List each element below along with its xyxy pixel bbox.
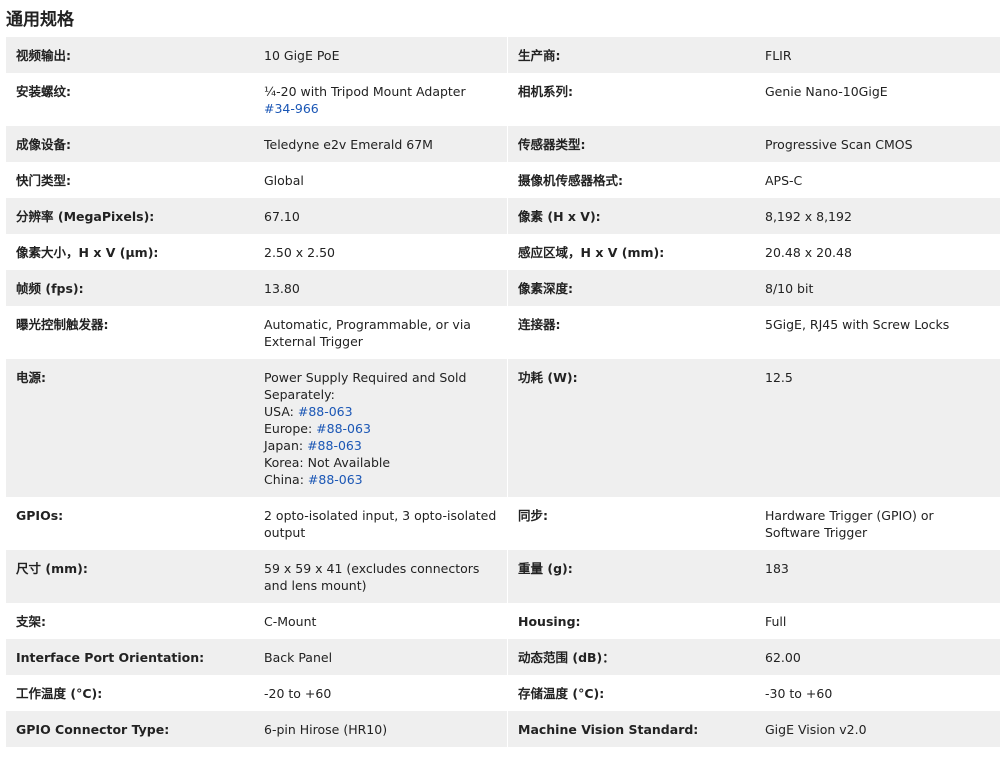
spec-label: Housing: <box>518 614 581 629</box>
spec-label: 像素 (H x V): <box>507 198 755 234</box>
spec-label: 安装螺纹: <box>16 84 71 99</box>
part-number-link[interactable]: #34-966 <box>264 101 319 116</box>
spec-value: 183 <box>755 550 1000 603</box>
spec-label: 帧频 (fps): <box>6 270 254 306</box>
spec-label: GPIOs: <box>16 508 64 523</box>
spec-value: 62.00 <box>755 639 1000 675</box>
table-row: 帧频 (fps): 13.80 像素深度: 8/10 bit <box>6 270 1000 306</box>
spec-label: 连接器: <box>518 317 561 332</box>
table-row: 电源: Power Supply Required and Sold Separ… <box>6 359 1000 497</box>
spec-value: -30 to +60 <box>765 686 833 701</box>
spec-label: 同步: <box>518 508 548 523</box>
spec-label: 存储温度 (°C): <box>518 686 605 701</box>
spec-value-text: ¼-20 with Tripod Mount Adapter <box>264 84 466 99</box>
spec-label: 动态范围 (dB)： <box>507 639 755 675</box>
spec-value: 13.80 <box>254 270 508 306</box>
spec-label: 感应区域，H x V (mm): <box>518 245 665 260</box>
table-row: 快门类型: Global 摄像机传感器格式: APS-C <box>6 162 1000 198</box>
power-supply-korea: Korea: Not Available <box>264 455 391 470</box>
part-number-link[interactable]: #88-063 <box>307 438 362 453</box>
part-number-link[interactable]: #88-063 <box>308 472 363 487</box>
table-row: 曝光控制触发器: Automatic, Programmable, or via… <box>6 306 1000 359</box>
table-row: 安装螺纹: ¼-20 with Tripod Mount Adapter #34… <box>6 73 1000 126</box>
spec-value: FLIR <box>755 37 1000 73</box>
table-row: 尺寸 (mm): 59 x 59 x 41 (excludes connecto… <box>6 550 1000 603</box>
region-label: USA: <box>264 404 298 419</box>
region-label: China: <box>264 472 308 487</box>
spec-value: ¼-20 with Tripod Mount Adapter #34-966 <box>254 73 508 126</box>
spec-value: 8,192 x 8,192 <box>755 198 1000 234</box>
table-row: GPIOs: 2 opto-isolated input, 3 opto-iso… <box>6 497 1000 550</box>
table-row: 分辨率 (MegaPixels): 67.10 像素 (H x V): 8,19… <box>6 198 1000 234</box>
table-row: 工作温度 (°C): -20 to +60 存储温度 (°C): -30 to … <box>6 675 1000 711</box>
spec-value: Teledyne e2v Emerald 67M <box>254 126 508 162</box>
power-supply-note: Power Supply Required and Sold Separatel… <box>264 370 467 402</box>
spec-value: Back Panel <box>254 639 508 675</box>
spec-value: -20 to +60 <box>254 675 508 711</box>
spec-label: 像素大小，H x V (μm): <box>16 245 159 260</box>
power-supply-china: China: #88-063 <box>264 471 497 488</box>
table-row: GPIO Connector Type: 6-pin Hirose (HR10)… <box>6 711 1000 747</box>
page-title: 通用规格 <box>6 10 74 30</box>
power-supply-usa: USA: #88-063 <box>264 403 497 420</box>
spec-value: 8/10 bit <box>755 270 1000 306</box>
power-supply-japan: Japan: #88-063 <box>264 437 497 454</box>
spec-label: 工作温度 (°C): <box>16 686 103 701</box>
spec-value: Hardware Trigger (GPIO) or Software Trig… <box>765 508 934 540</box>
part-number-link[interactable]: #88-063 <box>316 421 371 436</box>
spec-label: 相机系列: <box>518 84 573 99</box>
spec-value: Global <box>254 162 508 198</box>
table-row: 成像设备: Teledyne e2v Emerald 67M 传感器类型: Pr… <box>6 126 1000 162</box>
spec-label: 生产商: <box>507 37 755 73</box>
spec-value: Power Supply Required and Sold Separatel… <box>254 359 508 497</box>
spec-value: APS-C <box>765 173 803 188</box>
spec-value: 12.5 <box>755 359 1000 497</box>
part-number-link[interactable]: #88-063 <box>298 404 353 419</box>
spec-label: 摄像机传感器格式: <box>518 173 623 188</box>
power-supply-europe: Europe: #88-063 <box>264 420 497 437</box>
spec-label: 功耗 (W): <box>507 359 755 497</box>
spec-label: 传感器类型: <box>507 126 755 162</box>
spec-value: Full <box>765 614 787 629</box>
spec-label: 快门类型: <box>16 173 71 188</box>
spec-value: C-Mount <box>254 603 508 639</box>
spec-label: Interface Port Orientation: <box>6 639 254 675</box>
spec-value: 59 x 59 x 41 (excludes connectors and le… <box>254 550 508 603</box>
table-row: Interface Port Orientation: Back Panel 动… <box>6 639 1000 675</box>
spec-label: 成像设备: <box>6 126 254 162</box>
spec-label: Machine Vision Standard: <box>507 711 755 747</box>
spec-value: 2.50 x 2.50 <box>254 234 508 270</box>
table-row: 视频输出: 10 GigE PoE 生产商: FLIR <box>6 37 1000 73</box>
spec-value: Genie Nano-10GigE <box>765 84 888 99</box>
spec-label: GPIO Connector Type: <box>6 711 254 747</box>
spec-value: 67.10 <box>254 198 508 234</box>
spec-label: 像素深度: <box>507 270 755 306</box>
spec-value: Automatic, Programmable, or via External… <box>254 306 508 359</box>
spec-label: 重量 (g): <box>507 550 755 603</box>
spec-label: 支架: <box>16 614 46 629</box>
spec-value: 2 opto-isolated input, 3 opto-isolated o… <box>254 497 508 550</box>
table-row: 像素大小，H x V (μm): 2.50 x 2.50 感应区域，H x V … <box>6 234 1000 270</box>
table-row: 支架: C-Mount Housing: Full <box>6 603 1000 639</box>
spec-value: 10 GigE PoE <box>254 37 508 73</box>
spec-label: 曝光控制触发器: <box>16 317 109 332</box>
spec-value: 5GigE, RJ45 with Screw Locks <box>765 317 950 332</box>
spec-value: Progressive Scan CMOS <box>755 126 1000 162</box>
spec-label: 视频输出: <box>6 37 254 73</box>
spec-value: 20.48 x 20.48 <box>765 245 852 260</box>
region-label: Europe: <box>264 421 317 436</box>
spec-label: 分辨率 (MegaPixels): <box>6 198 254 234</box>
spec-value: 6-pin Hirose (HR10) <box>254 711 508 747</box>
spec-table: 视频输出: 10 GigE PoE 生产商: FLIR 安装螺纹: ¼-20 w… <box>6 37 1000 747</box>
region-label: Japan: <box>264 438 308 453</box>
spec-label: 尺寸 (mm): <box>6 550 254 603</box>
spec-value: GigE Vision v2.0 <box>755 711 1000 747</box>
spec-label: 电源: <box>6 359 254 497</box>
